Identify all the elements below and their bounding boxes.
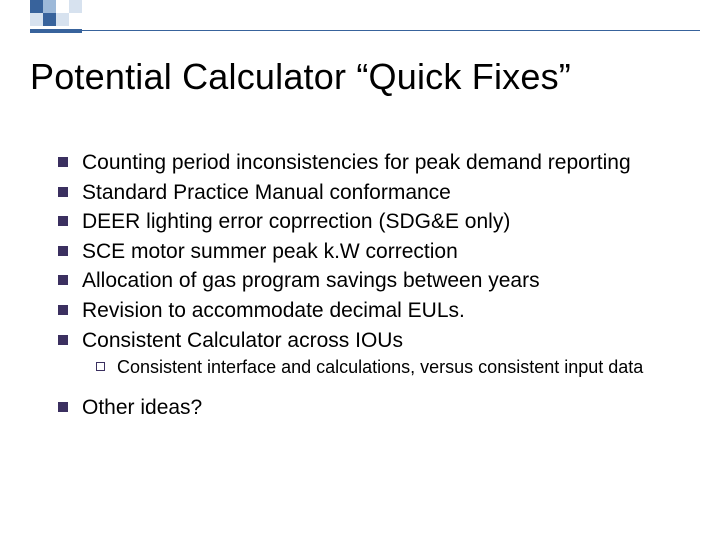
corner-decoration: [30, 0, 82, 26]
slide-body: Counting period inconsistencies for peak…: [58, 150, 680, 425]
square-bullet-icon: [58, 402, 68, 412]
square-bullet-icon: [58, 157, 68, 167]
list-item: Consistent Calculator across IOUs: [58, 328, 680, 354]
square-bullet-icon: [58, 216, 68, 226]
square-bullet-icon: [58, 275, 68, 285]
list-item: Revision to accommodate decimal EULs.: [58, 298, 680, 324]
list-item: Counting period inconsistencies for peak…: [58, 150, 680, 176]
bullet-text: Consistent Calculator across IOUs: [82, 328, 680, 354]
hollow-square-bullet-icon: [96, 362, 105, 371]
bullet-text: DEER lighting error coprrection (SDG&E o…: [82, 209, 680, 235]
list-item: Allocation of gas program savings betwee…: [58, 268, 680, 294]
bullet-text: Allocation of gas program savings betwee…: [82, 268, 680, 294]
list-item: SCE motor summer peak k.W correction: [58, 239, 680, 265]
bullet-text: Revision to accommodate decimal EULs.: [82, 298, 680, 324]
slide-title: Potential Calculator “Quick Fixes”: [30, 56, 690, 98]
bullet-text: Standard Practice Manual conformance: [82, 180, 680, 206]
square-bullet-icon: [58, 305, 68, 315]
sub-list: Consistent interface and calculations, v…: [96, 357, 680, 379]
bullet-text: Counting period inconsistencies for peak…: [82, 150, 680, 176]
sub-list-item: Consistent interface and calculations, v…: [96, 357, 680, 379]
list-item: Other ideas?: [58, 395, 680, 421]
list-item: Standard Practice Manual conformance: [58, 180, 680, 206]
bullet-text: SCE motor summer peak k.W correction: [82, 239, 680, 265]
square-bullet-icon: [58, 246, 68, 256]
horizontal-rule: [30, 30, 700, 32]
sub-bullet-text: Consistent interface and calculations, v…: [117, 357, 680, 379]
bullet-text: Other ideas?: [82, 395, 680, 421]
slide: Potential Calculator “Quick Fixes” Count…: [0, 0, 720, 540]
list-item: DEER lighting error coprrection (SDG&E o…: [58, 209, 680, 235]
square-bullet-icon: [58, 335, 68, 345]
square-bullet-icon: [58, 187, 68, 197]
